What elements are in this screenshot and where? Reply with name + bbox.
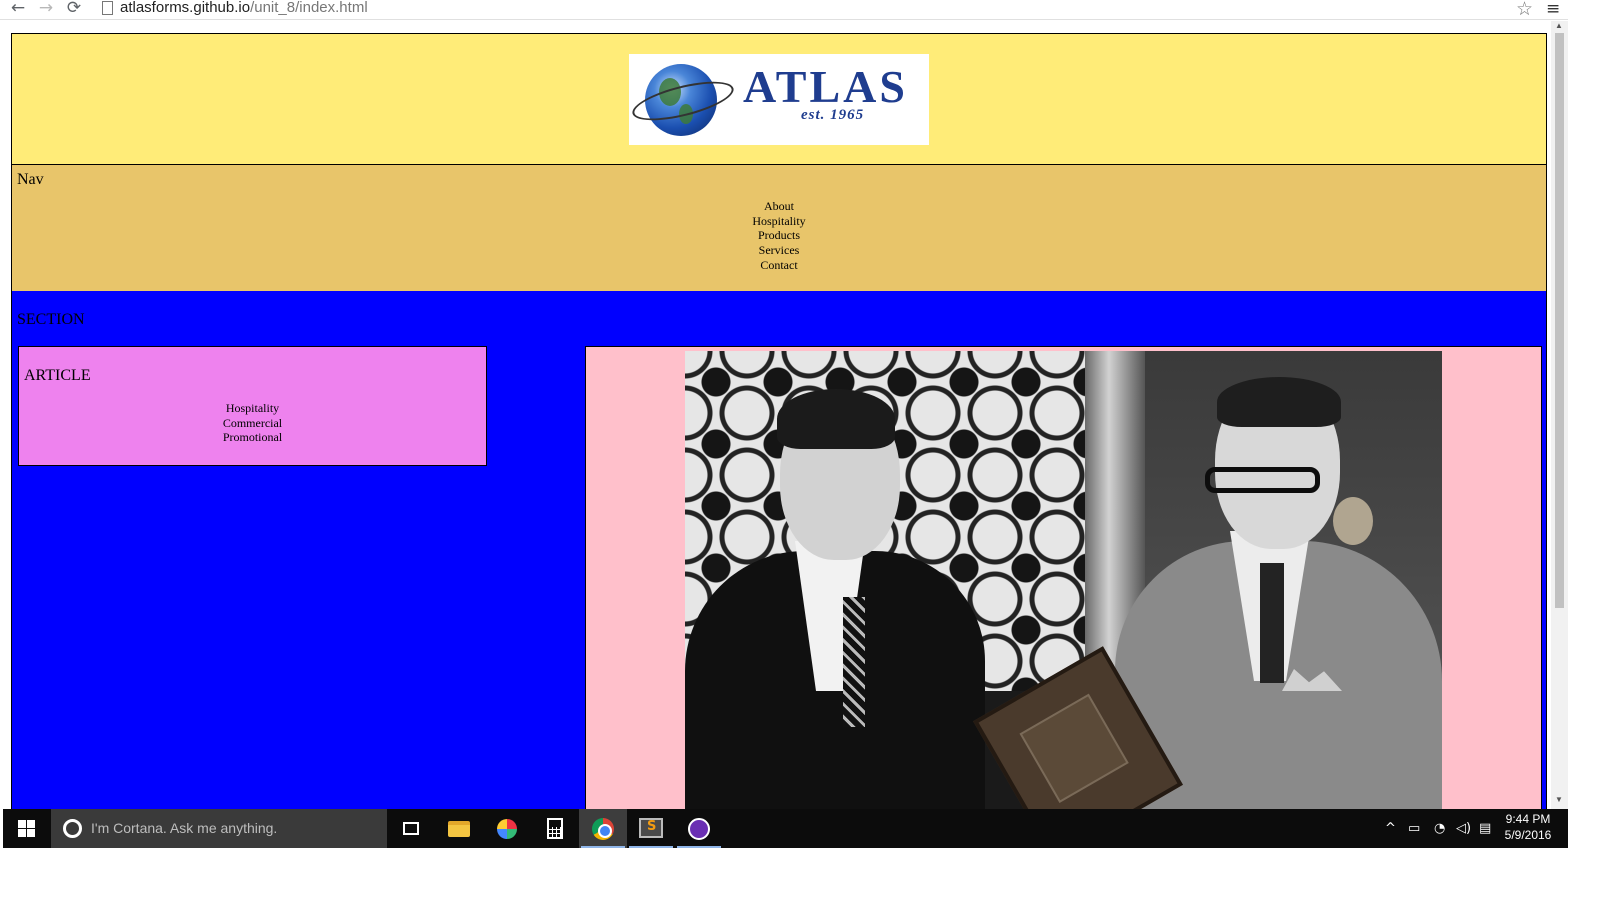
section-heading: SECTION <box>17 311 85 328</box>
reload-icon[interactable]: ⟳ <box>64 0 84 18</box>
battery-icon[interactable]: ▭ <box>1408 809 1420 848</box>
cortana-placeholder: I'm Cortana. Ask me anything. <box>91 820 278 836</box>
nav-item-about[interactable]: About <box>12 199 1546 214</box>
article-heading: ARTICLE <box>24 367 91 384</box>
left-man-hair <box>777 389 895 449</box>
nav-heading: Nav <box>17 171 44 188</box>
right-man-tie <box>1260 563 1284 683</box>
back-arrow-icon[interactable]: ← <box>8 0 28 18</box>
atlas-logo[interactable]: ATLAS est. 1965 <box>628 54 929 145</box>
nav-item-hospitality[interactable]: Hospitality <box>12 214 1546 229</box>
logo-wordmark: ATLAS <box>743 61 908 112</box>
tray-chevron-icon[interactable]: ^ <box>1385 809 1396 848</box>
clock-date: 5/9/2016 <box>1504 828 1552 842</box>
purple-app-icon[interactable] <box>675 809 723 848</box>
sublime-text-icon[interactable] <box>627 809 675 848</box>
right-man-hair <box>1217 377 1341 427</box>
forward-arrow-icon[interactable]: → <box>36 0 56 18</box>
nav-item-services[interactable]: Services <box>12 243 1546 258</box>
start-button[interactable] <box>3 809 51 848</box>
url-path: /unit_8/index.html <box>250 0 368 16</box>
section: SECTION ARTICLE Hospitality Commercial P… <box>11 291 1547 809</box>
volume-icon[interactable]: ◁) <box>1456 809 1471 848</box>
article-item-commercial[interactable]: Commercial <box>19 416 486 431</box>
system-clock[interactable]: 9:44 PM 5/9/2016 <box>1493 811 1563 843</box>
header: ATLAS est. 1965 <box>11 33 1547 166</box>
notification-icon[interactable]: ▤ <box>1479 809 1491 848</box>
nav-list: About Hospitality Products Services Cont… <box>12 199 1546 273</box>
historical-photo <box>685 351 1442 809</box>
page-icon <box>102 1 113 15</box>
taskbar: I'm Cortana. Ask me anything. ^ ▭ ◔ ◁) ▤… <box>3 809 1568 848</box>
scroll-up-icon[interactable]: ▲ <box>1555 21 1563 30</box>
aside <box>585 346 1542 809</box>
wifi-icon[interactable]: ◔ <box>1434 809 1445 848</box>
cortana-search-box[interactable]: I'm Cortana. Ask me anything. <box>51 809 387 848</box>
portrait-in-background <box>1333 497 1373 545</box>
clock-time: 9:44 PM <box>1505 812 1551 826</box>
article-list: Hospitality Commercial Promotional <box>19 401 486 445</box>
calculator-icon[interactable] <box>531 809 579 848</box>
nav-item-products[interactable]: Products <box>12 228 1546 243</box>
paint-icon[interactable] <box>483 809 531 848</box>
browser-menu-icon[interactable]: ≡ <box>1546 0 1560 19</box>
nav-item-contact[interactable]: Contact <box>12 258 1546 273</box>
file-explorer-icon[interactable] <box>435 809 483 848</box>
article: ARTICLE Hospitality Commercial Promotion… <box>18 346 487 466</box>
address-bar[interactable]: atlasforms.github.io/unit_8/index.html <box>120 0 368 16</box>
scroll-thumb[interactable] <box>1555 33 1564 608</box>
nav: Nav About Hospitality Products Services … <box>11 164 1547 292</box>
bookmark-star-icon[interactable]: ☆ <box>1516 0 1533 20</box>
cortana-icon <box>63 819 82 838</box>
scroll-down-icon[interactable]: ▼ <box>1555 795 1563 804</box>
article-item-hospitality[interactable]: Hospitality <box>19 401 486 416</box>
left-man-tie <box>843 597 865 727</box>
url-host: atlasforms.github.io <box>120 0 251 16</box>
logo-tagline: est. 1965 <box>801 107 865 123</box>
browser-toolbar: ← → ⟳ atlasforms.github.io/unit_8/index.… <box>0 0 1568 20</box>
windows-logo-icon <box>18 820 35 837</box>
article-item-promotional[interactable]: Promotional <box>19 430 486 445</box>
chrome-icon[interactable] <box>579 809 627 848</box>
page-viewport: ATLAS est. 1965 Nav About Hospitality Pr… <box>0 21 1550 809</box>
page-scrollbar[interactable]: ▲ ▼ <box>1551 21 1568 809</box>
task-view-icon[interactable] <box>387 809 435 848</box>
eyeglasses <box>1205 467 1320 493</box>
